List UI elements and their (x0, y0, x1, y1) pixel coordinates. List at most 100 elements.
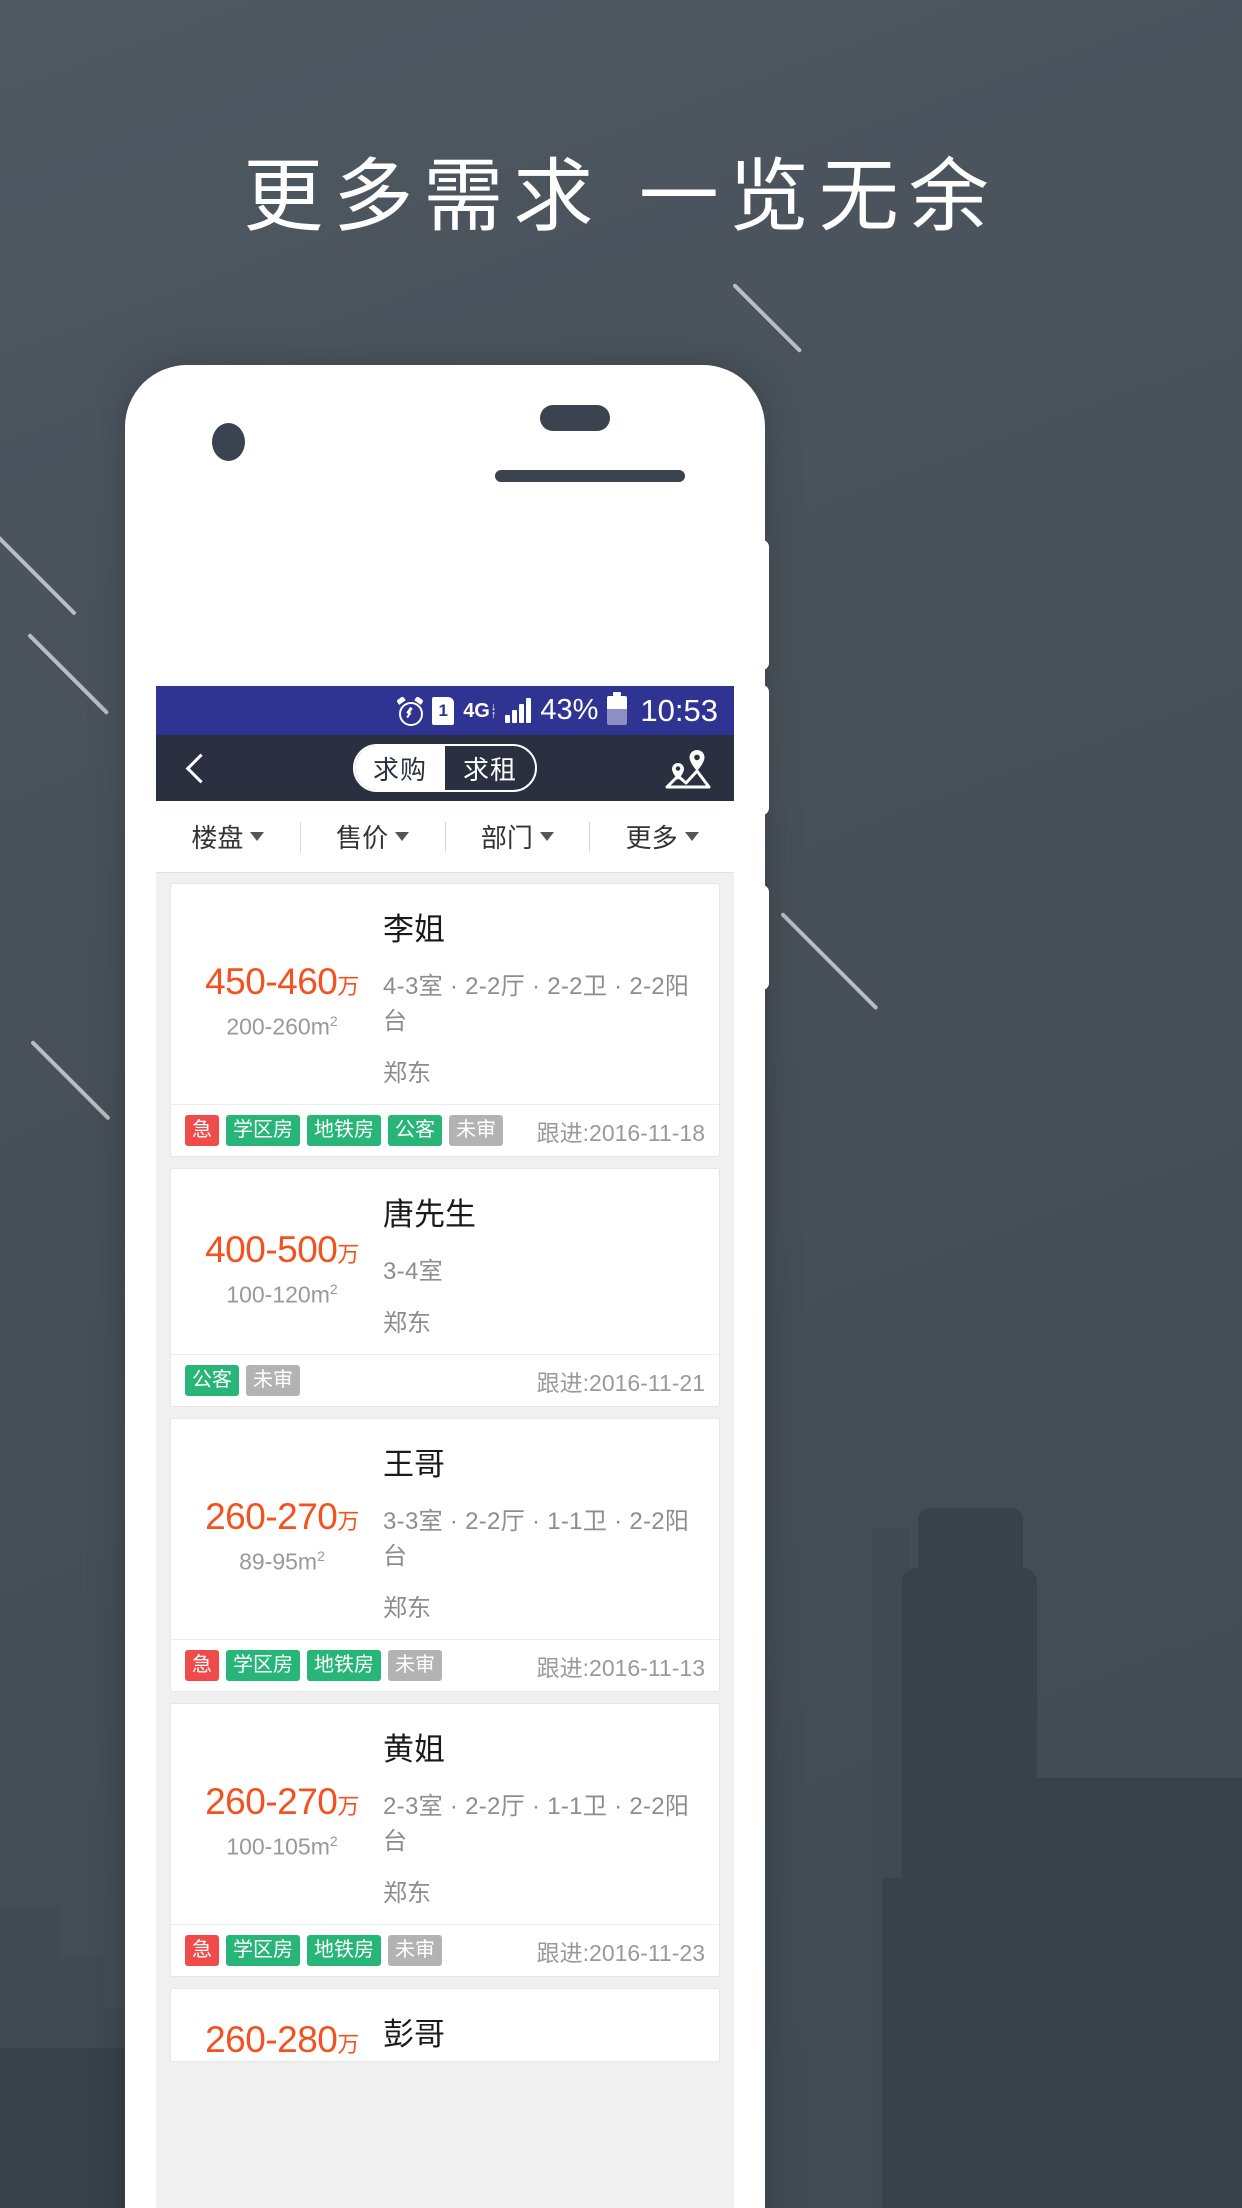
listing-card-body: 260-270万 89-95m2 王哥 3-3室 · 2-2厅 · 1-1卫 · 2-… (171, 1419, 719, 1639)
listing-tag: 地铁房 (307, 1935, 381, 1966)
phone-mockup: 1 4G ↓ ↑ 43% 10:53 求购 求租 楼盘 售价 部门 更多 450… (125, 365, 769, 2208)
listing-contact-name: 李姐 (383, 912, 445, 947)
listing-tag: 学区房 (226, 1650, 300, 1681)
phone-screen: 1 4G ↓ ↑ 43% 10:53 求购 求租 楼盘 售价 部门 更多 450… (156, 686, 734, 2208)
listing-contact-name: 王哥 (383, 1447, 445, 1482)
listing-area-value: 100-120m (226, 1281, 330, 1308)
filter-bar: 楼盘 售价 部门 更多 (156, 801, 734, 873)
battery-percent-label: 43% (540, 694, 599, 726)
listing-detail-column: 彭哥 (377, 2009, 703, 2061)
listing-district: 郑东 (383, 1880, 431, 1907)
battery-icon (607, 692, 628, 725)
decor-line-right-1 (780, 912, 879, 1011)
listing-room-spec: 2-3室 · 2-2厅 · 1-1卫 · 2-2阳台 (383, 1793, 690, 1855)
listing-price-unit: 万 (337, 1794, 359, 1820)
listing-tag: 地铁房 (307, 1650, 381, 1681)
listing-contact-name: 唐先生 (383, 1197, 476, 1232)
listing-contact-name: 彭哥 (383, 2017, 445, 2052)
listing-detail-column: 唐先生 3-4室 郑东 (377, 1189, 703, 1338)
volume-up-button[interactable] (755, 540, 769, 670)
page-title: 更多需求 一览无余 (243, 150, 999, 243)
listing-price: 400-500万 (187, 1229, 377, 1271)
listing-tag: 急 (185, 1115, 219, 1146)
listing-card[interactable]: 260-280万 彭哥 (170, 1988, 720, 2062)
listing-price-value: 400-500 (205, 1228, 338, 1270)
listing-price-unit: 万 (337, 1509, 359, 1535)
listing-card[interactable]: 260-270万 89-95m2 王哥 3-3室 · 2-2厅 · 1-1卫 · 2-… (170, 1418, 720, 1692)
listing-price-unit: 万 (337, 974, 359, 1000)
listing-area-value: 100-105m (226, 1833, 330, 1860)
chevron-down-icon (539, 832, 554, 841)
signal-strength-icon (505, 698, 532, 723)
listing-tag: 未审 (246, 1365, 300, 1396)
listing-price-unit: 万 (337, 1241, 359, 1267)
listing-room-spec: 4-3室 · 2-2厅 · 2-2卫 · 2-2阳台 (383, 973, 690, 1035)
tab-qiugou[interactable]: 求购 (355, 746, 445, 790)
power-button[interactable] (755, 885, 769, 990)
listing-tag: 急 (185, 1935, 219, 1966)
listing-tag-row: 急学区房 地铁房 公客 未审 跟进:2016-11-18 (171, 1104, 719, 1156)
sim-card-icon: 1 (432, 696, 455, 725)
demand-list[interactable]: 450-460万 200-260m2 李姐 4-3室 · 2-2厅 · 2-2卫 · … (156, 873, 734, 2062)
filter-shoujia-label: 售价 (336, 823, 389, 853)
listing-price-column: 260-270万 100-105m2 (187, 1724, 377, 1908)
listing-card[interactable]: 400-500万 100-120m2 唐先生 3-4室 郑东 公客 未审 跟进:2016-11… (170, 1168, 720, 1407)
listing-tag: 公客 (185, 1365, 239, 1396)
listing-area: 100-120m2 (187, 1281, 377, 1309)
listing-area-unit-exponent: 2 (329, 1013, 338, 1030)
listing-follow-up-date: 跟进:2016-11-23 (536, 1939, 705, 1966)
listing-tag: 未审 (388, 1935, 442, 1966)
listing-price: 260-280万 (187, 2019, 377, 2061)
filter-loupan-label: 楼盘 (191, 823, 244, 853)
filter-shoujia[interactable]: 售价 (301, 818, 445, 855)
listing-card[interactable]: 450-460万 200-260m2 李姐 4-3室 · 2-2厅 · 2-2卫 · … (170, 883, 720, 1157)
volume-down-button[interactable] (755, 685, 769, 815)
listing-room-spec: 3-4室 (383, 1258, 443, 1285)
listing-price-value: 260-270 (205, 1781, 338, 1823)
listing-tag: 学区房 (226, 1115, 300, 1146)
listing-detail-column: 王哥 3-3室 · 2-2厅 · 1-1卫 · 2-2阳台 郑东 (377, 1439, 703, 1623)
listing-price: 260-270万 (187, 1781, 377, 1823)
listing-price-unit: 万 (337, 2032, 359, 2057)
listing-area-value: 200-260m (226, 1013, 330, 1040)
listing-follow-up-date: 跟进:2016-11-18 (536, 1119, 705, 1146)
chevron-down-icon (250, 832, 265, 841)
network-label: 4G (463, 699, 490, 722)
listing-area: 100-105m2 (187, 1833, 377, 1861)
listing-price-value: 260-280 (205, 2019, 338, 2060)
listing-tag: 地铁房 (307, 1115, 381, 1146)
app-nav-bar: 求购 求租 (156, 735, 734, 801)
listing-area-unit-exponent: 2 (329, 1280, 338, 1297)
listing-tag: 公客 (388, 1115, 442, 1146)
listing-area: 89-95m2 (187, 1548, 377, 1576)
chevron-down-icon (395, 832, 410, 841)
listing-tag-row: 公客 未审 跟进:2016-11-21 (171, 1354, 719, 1406)
listing-district: 郑东 (383, 1060, 431, 1087)
listing-area-value: 89-95m (239, 1548, 318, 1575)
decor-line-left-2 (27, 633, 110, 716)
filter-bumen[interactable]: 部门 (446, 818, 590, 855)
listing-price-value: 260-270 (205, 1496, 338, 1538)
filter-gengduo[interactable]: 更多 (590, 818, 734, 855)
decor-line-top-right (732, 283, 803, 354)
listing-price-column: 450-460万 200-260m2 (187, 904, 377, 1088)
decor-line-left-3 (30, 1040, 111, 1121)
listing-price-column: 260-280万 (187, 2009, 377, 2061)
filter-bumen-label: 部门 (480, 823, 533, 853)
listing-card-body: 260-270万 100-105m2 黄姐 2-3室 · 2-2厅 · 1-1卫 · … (171, 1704, 719, 1924)
map-pin-icon[interactable] (664, 746, 712, 790)
clock-label: 10:53 (640, 692, 718, 728)
listing-contact-name: 黄姐 (383, 1732, 445, 1767)
listing-card[interactable]: 260-270万 100-105m2 黄姐 2-3室 · 2-2厅 · 1-1卫 · … (170, 1703, 720, 1977)
filter-loupan[interactable]: 楼盘 (156, 818, 300, 855)
demand-type-segmented-control[interactable]: 求购 求租 (353, 744, 537, 792)
listing-price-column: 400-500万 100-120m2 (187, 1189, 377, 1338)
tab-qiuzu[interactable]: 求租 (445, 746, 535, 790)
back-chevron-icon[interactable] (178, 751, 212, 785)
listing-area: 200-260m2 (187, 1013, 377, 1041)
listing-price: 450-460万 (187, 961, 377, 1003)
listing-detail-column: 李姐 4-3室 · 2-2厅 · 2-2卫 · 2-2阳台郑东 (377, 904, 703, 1088)
listing-area-unit-exponent: 2 (329, 1833, 338, 1850)
listing-tag: 急 (185, 1650, 219, 1681)
alarm-icon (396, 695, 424, 726)
